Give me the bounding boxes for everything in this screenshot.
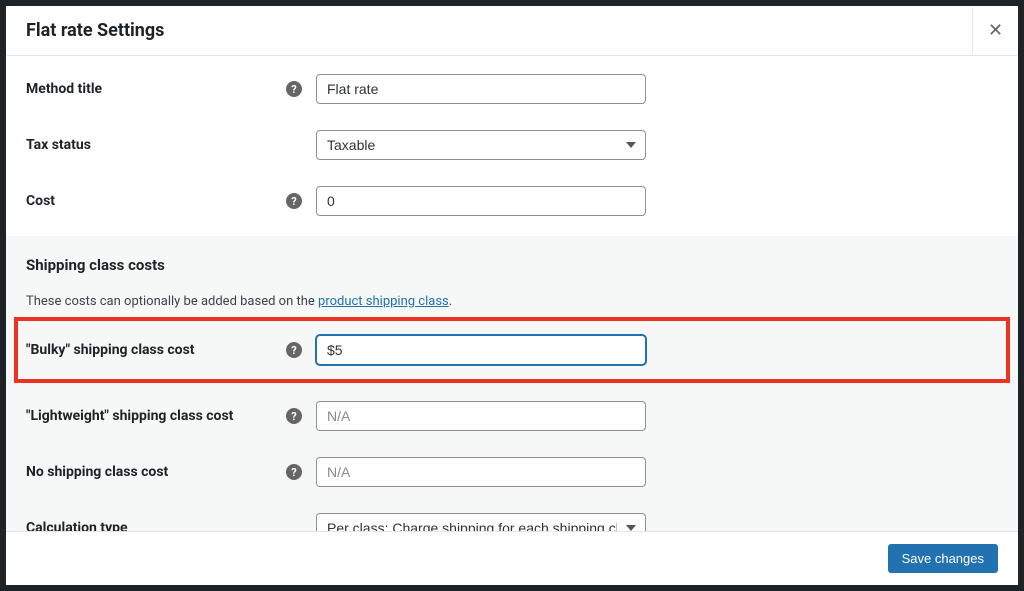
modal-header: Flat rate Settings ✕ — [6, 6, 1018, 56]
close-button[interactable]: ✕ — [972, 8, 1018, 54]
bulky-cost-input[interactable] — [316, 335, 646, 365]
calc-type-select[interactable]: Per class: Charge shipping for each ship… — [316, 513, 646, 531]
modal-body: Method title ? Tax status Taxable — [6, 56, 1018, 531]
highlighted-row: "Bulky" shipping class cost ? — [14, 317, 1010, 383]
lightweight-cost-label: "Lightweight" shipping class cost — [26, 408, 233, 424]
no-class-cost-label: No shipping class cost — [26, 464, 168, 480]
modal-footer: Save changes — [6, 531, 1018, 585]
tax-status-label: Tax status — [26, 137, 91, 153]
close-icon: ✕ — [988, 20, 1003, 41]
settings-modal: Flat rate Settings ✕ Method title ? Tax … — [6, 6, 1018, 585]
shipping-section-desc: These costs can optionally be added base… — [26, 294, 998, 309]
bulky-cost-row: "Bulky" shipping class cost ? — [26, 335, 998, 365]
help-icon[interactable]: ? — [286, 408, 302, 424]
shipping-section-heading: Shipping class costs — [26, 256, 998, 274]
calc-type-row: Calculation type Per class: Charge shipp… — [26, 513, 998, 531]
no-class-cost-row: No shipping class cost ? — [26, 457, 998, 487]
product-shipping-class-link[interactable]: product shipping class — [318, 294, 449, 309]
method-title-label: Method title — [26, 81, 102, 97]
cost-input[interactable] — [316, 186, 646, 216]
cost-label: Cost — [26, 193, 55, 209]
lightweight-cost-input[interactable] — [316, 401, 646, 431]
tax-status-row: Tax status Taxable — [26, 130, 998, 160]
modal-title: Flat rate Settings — [26, 20, 164, 41]
tax-status-select[interactable]: Taxable — [316, 130, 646, 160]
method-title-row: Method title ? — [26, 74, 998, 104]
help-icon[interactable]: ? — [286, 81, 302, 97]
calc-type-label: Calculation type — [26, 520, 128, 531]
shipping-class-section: Shipping class costs These costs can opt… — [6, 236, 1018, 531]
no-class-cost-input[interactable] — [316, 457, 646, 487]
lightweight-cost-row: "Lightweight" shipping class cost ? — [26, 401, 998, 431]
help-icon[interactable]: ? — [286, 464, 302, 480]
method-title-input[interactable] — [316, 74, 646, 104]
general-section: Method title ? Tax status Taxable — [6, 56, 1018, 236]
save-button[interactable]: Save changes — [888, 544, 998, 573]
cost-row: Cost ? — [26, 186, 998, 216]
help-icon[interactable]: ? — [286, 193, 302, 209]
help-icon[interactable]: ? — [286, 342, 302, 358]
bulky-cost-label: "Bulky" shipping class cost — [26, 342, 195, 358]
